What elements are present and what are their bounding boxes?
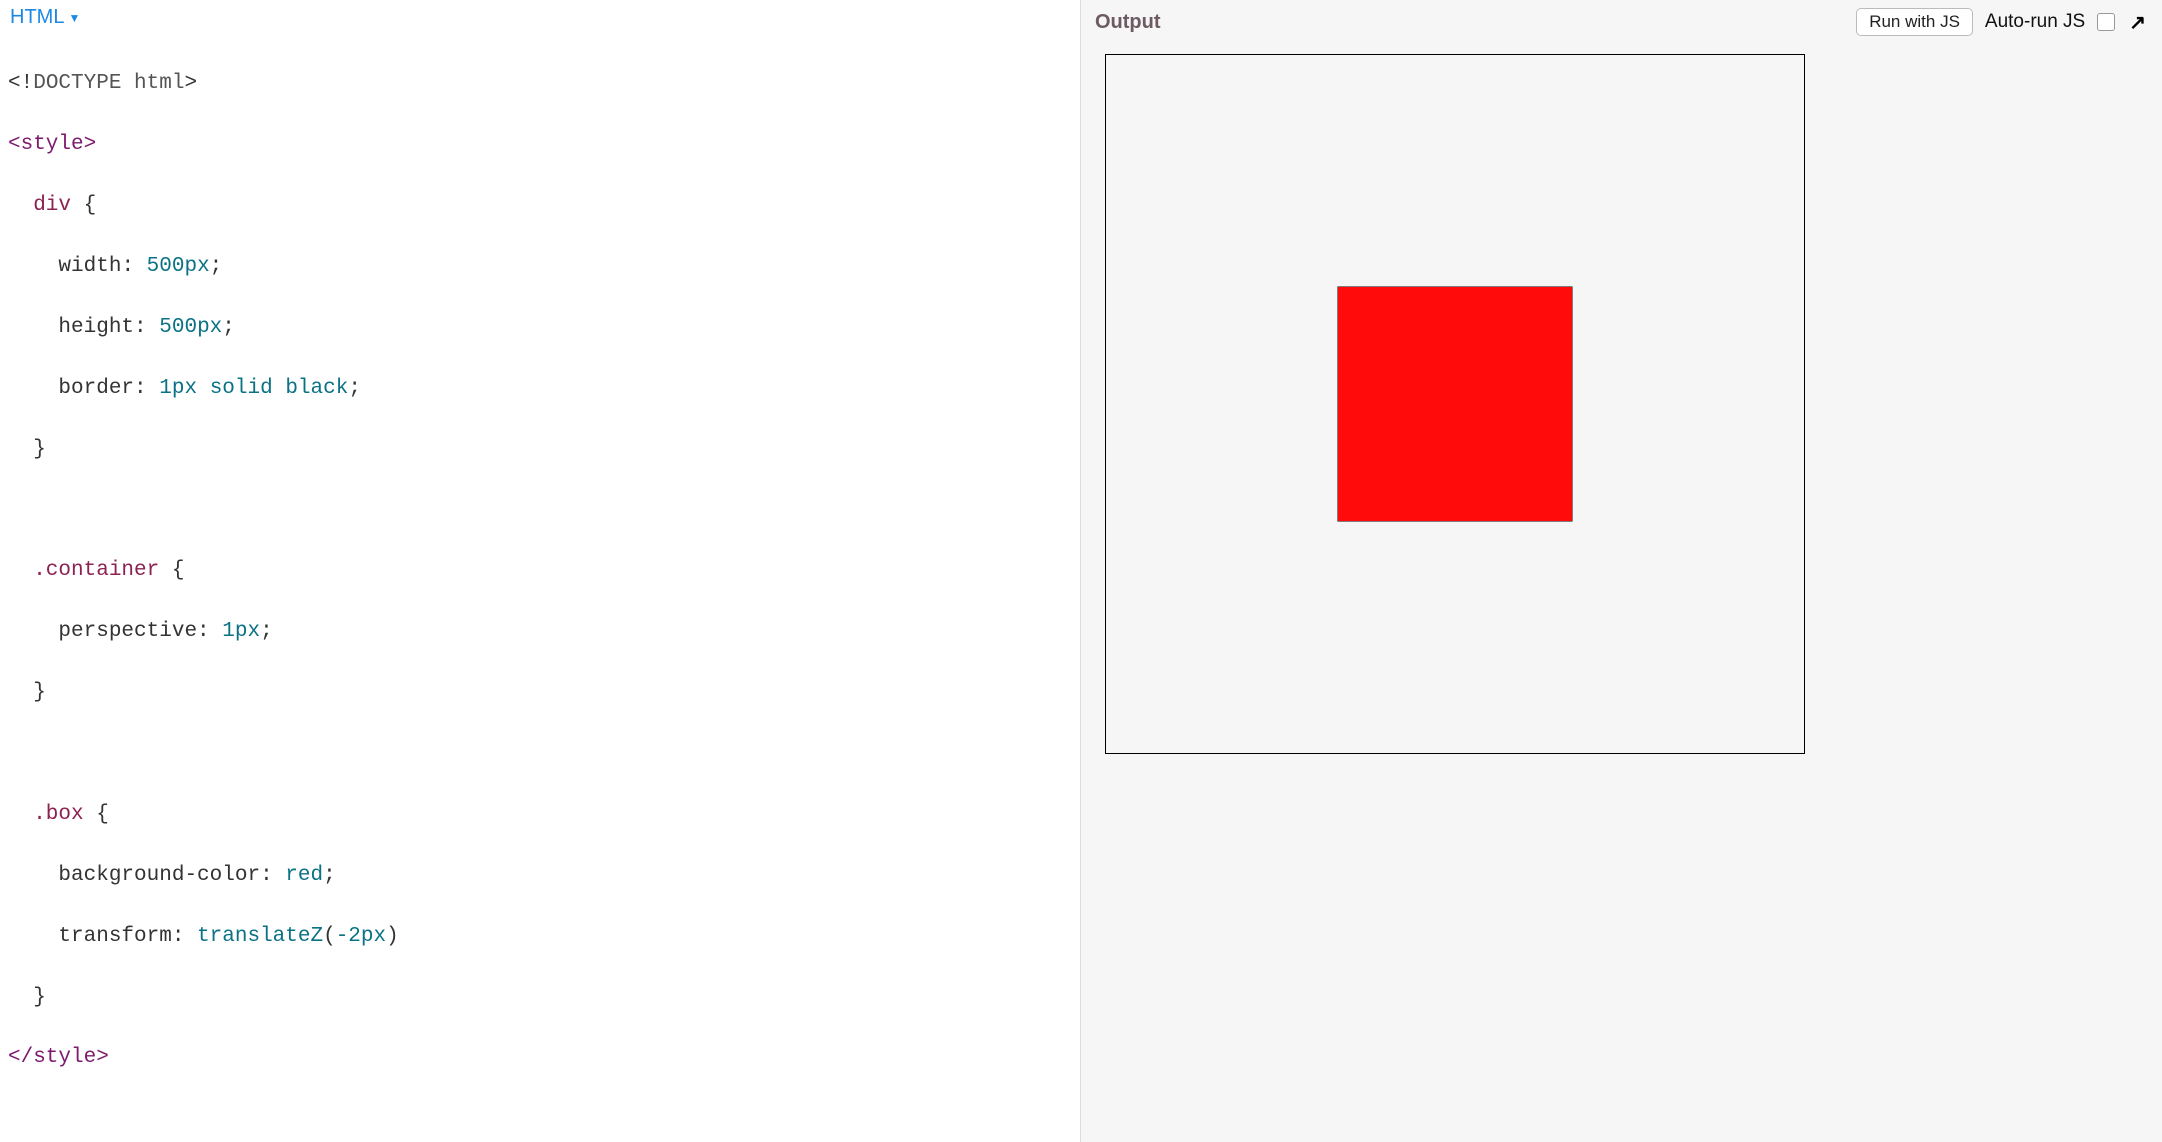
expand-icon[interactable]: ↗ — [2127, 10, 2148, 35]
autorun-label: Auto-run JS — [1985, 11, 2085, 33]
autorun-checkbox[interactable] — [2097, 13, 2115, 31]
language-selector[interactable]: HTML — [10, 6, 64, 29]
run-with-js-button[interactable]: Run with JS — [1856, 8, 1973, 36]
chevron-down-icon[interactable]: ▼ — [68, 11, 80, 25]
rendered-container-div — [1105, 54, 1805, 754]
rendered-box-div — [1338, 287, 1573, 522]
editor-pane: HTML ▼ <!DOCTYPE html> <style> div { wid… — [0, 0, 1081, 1142]
output-pane: Output Run with JS Auto-run JS ↗ — [1081, 0, 2162, 1142]
editor-header: HTML ▼ — [0, 0, 1080, 35]
output-title: Output — [1095, 11, 1161, 34]
code-editor[interactable]: <!DOCTYPE html> <style> div { width: 500… — [0, 35, 1080, 1142]
output-stage — [1081, 46, 2162, 1142]
output-header: Output Run with JS Auto-run JS ↗ — [1081, 0, 2162, 46]
